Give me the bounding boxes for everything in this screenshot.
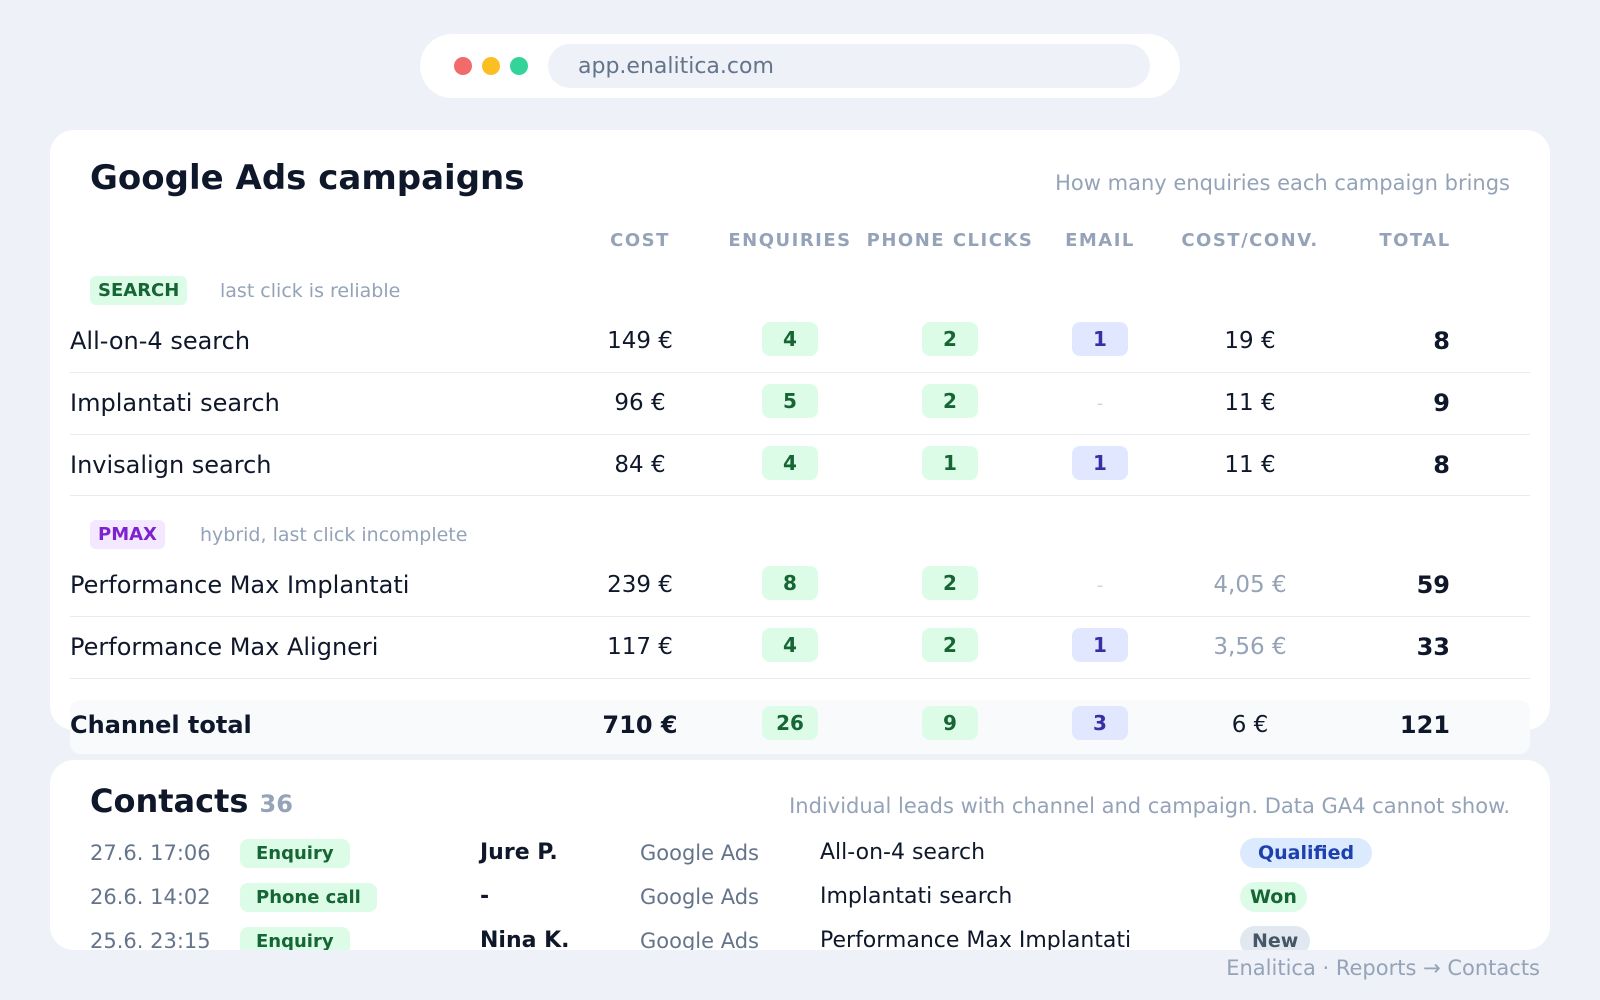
column-header-email[interactable]: EMAIL [1040, 230, 1160, 251]
contact-date: 27.6. 17:06 [90, 841, 211, 865]
contact-campaign: Implantati search [820, 884, 1013, 909]
row-divider [70, 616, 1530, 617]
channel-total-enquiries-pill: 26 [762, 706, 818, 740]
cost-cell: 84 € [614, 452, 666, 478]
row-divider [70, 495, 1530, 496]
group-note-pmax: hybrid, last click incomplete [200, 524, 468, 546]
enquiries-pill: 5 [762, 384, 818, 418]
contact-status-badge[interactable]: Won [1240, 882, 1307, 912]
total-cell: 8 [1433, 451, 1450, 479]
email-pill: 1 [1072, 446, 1128, 480]
group-tag-search: SEARCH [90, 276, 188, 305]
channel-total-total: 121 [1399, 711, 1450, 739]
column-header-cost-per-conv[interactable]: COST/CONV. [1165, 230, 1335, 251]
group-tag-pmax: PMAX [90, 520, 165, 549]
contact-date: 25.6. 23:15 [90, 929, 211, 950]
url-text: app.enalitica.com [578, 53, 774, 79]
contact-channel: Google Ads [640, 885, 759, 909]
row-divider [70, 678, 1530, 679]
email-empty-cell: - [1096, 393, 1104, 414]
cost-per-conv-cell: 11 € [1224, 452, 1276, 478]
contact-channel: Google Ads [640, 841, 759, 865]
contact-campaign: All-on-4 search [820, 840, 986, 865]
channel-total-email-pill: 3 [1072, 706, 1128, 740]
campaign-name[interactable]: All-on-4 search [70, 327, 250, 355]
phone-clicks-pill: 2 [922, 322, 978, 356]
contact-name[interactable]: - [480, 884, 489, 909]
campaign-name[interactable]: Performance Max Implantati [70, 571, 409, 599]
total-cell: 9 [1433, 389, 1450, 417]
column-header-total[interactable]: TOTAL [1360, 230, 1470, 251]
campaign-name[interactable]: Performance Max Aligneri [70, 633, 378, 661]
contact-name[interactable]: Jure P. [480, 840, 558, 865]
enquiries-pill: 8 [762, 566, 818, 600]
address-bar[interactable]: app.enalitica.com [548, 44, 1150, 88]
footer-breadcrumb[interactable]: Enalitica · Reports → Contacts [1226, 956, 1540, 980]
total-cell: 59 [1416, 571, 1450, 599]
column-header-phone-clicks[interactable]: PHONE CLICKS [865, 230, 1035, 251]
contact-type-badge: Enquiry [240, 839, 350, 868]
window-maximize-dot-icon[interactable] [510, 57, 528, 75]
channel-total-cost-per-conv: 6 € [1231, 712, 1269, 738]
cost-cell: 149 € [607, 328, 673, 354]
window-minimize-dot-icon[interactable] [482, 57, 500, 75]
total-cell: 33 [1416, 633, 1450, 661]
cost-per-conv-cell: 19 € [1224, 328, 1276, 354]
contacts-card: Contacts 36 Individual leads with channe… [50, 760, 1550, 950]
campaign-name[interactable]: Implantati search [70, 389, 280, 417]
contacts-count: 36 [259, 790, 293, 818]
email-empty-cell: - [1096, 575, 1104, 596]
campaign-name[interactable]: Invisalign search [70, 451, 272, 479]
window-close-dot-icon[interactable] [454, 57, 472, 75]
phone-clicks-pill: 2 [922, 566, 978, 600]
channel-total-label: Channel total [70, 711, 252, 739]
cost-per-conv-cell: 11 € [1224, 390, 1276, 416]
email-pill: 1 [1072, 322, 1128, 356]
contact-channel: Google Ads [640, 929, 759, 950]
cost-cell: 239 € [607, 572, 673, 598]
contact-date: 26.6. 14:02 [90, 885, 211, 909]
cost-cell: 117 € [607, 634, 673, 660]
row-divider [70, 434, 1530, 435]
contacts-heading: Contacts 36 [90, 782, 293, 820]
cost-per-conv-cell: 4,05 € [1213, 572, 1287, 598]
contact-campaign: Performance Max Implantati [820, 928, 1132, 950]
column-header-enquiries[interactable]: ENQUIRIES [715, 230, 865, 251]
email-pill: 1 [1072, 628, 1128, 662]
contact-status-badge[interactable]: New [1240, 926, 1311, 950]
row-divider [70, 372, 1530, 373]
enquiries-pill: 4 [762, 446, 818, 480]
browser-bar: app.enalitica.com [420, 34, 1180, 98]
group-note-search: last click is reliable [220, 280, 401, 302]
contact-type-badge: Phone call [240, 883, 377, 912]
phone-clicks-pill: 1 [922, 446, 978, 480]
enquiries-pill: 4 [762, 322, 818, 356]
cost-cell: 96 € [614, 390, 666, 416]
phone-clicks-pill: 2 [922, 628, 978, 662]
contact-status-badge[interactable]: Qualified [1240, 838, 1373, 868]
enquiries-pill: 4 [762, 628, 818, 662]
phone-clicks-pill: 2 [922, 384, 978, 418]
campaigns-title: Google Ads campaigns [90, 158, 525, 198]
contact-type-badge: Enquiry [240, 927, 350, 950]
cost-per-conv-cell: 3,56 € [1213, 634, 1287, 660]
contacts-title: Contacts [90, 782, 249, 820]
contact-name[interactable]: Nina K. [480, 928, 570, 950]
channel-total-cost: 710 € [602, 711, 678, 739]
column-header-cost[interactable]: COST [580, 230, 700, 251]
contacts-subtitle: Individual leads with channel and campai… [789, 794, 1510, 818]
campaigns-subtitle: How many enquiries each campaign brings [1055, 171, 1510, 195]
total-cell: 8 [1433, 327, 1450, 355]
channel-total-phone-pill: 9 [922, 706, 978, 740]
